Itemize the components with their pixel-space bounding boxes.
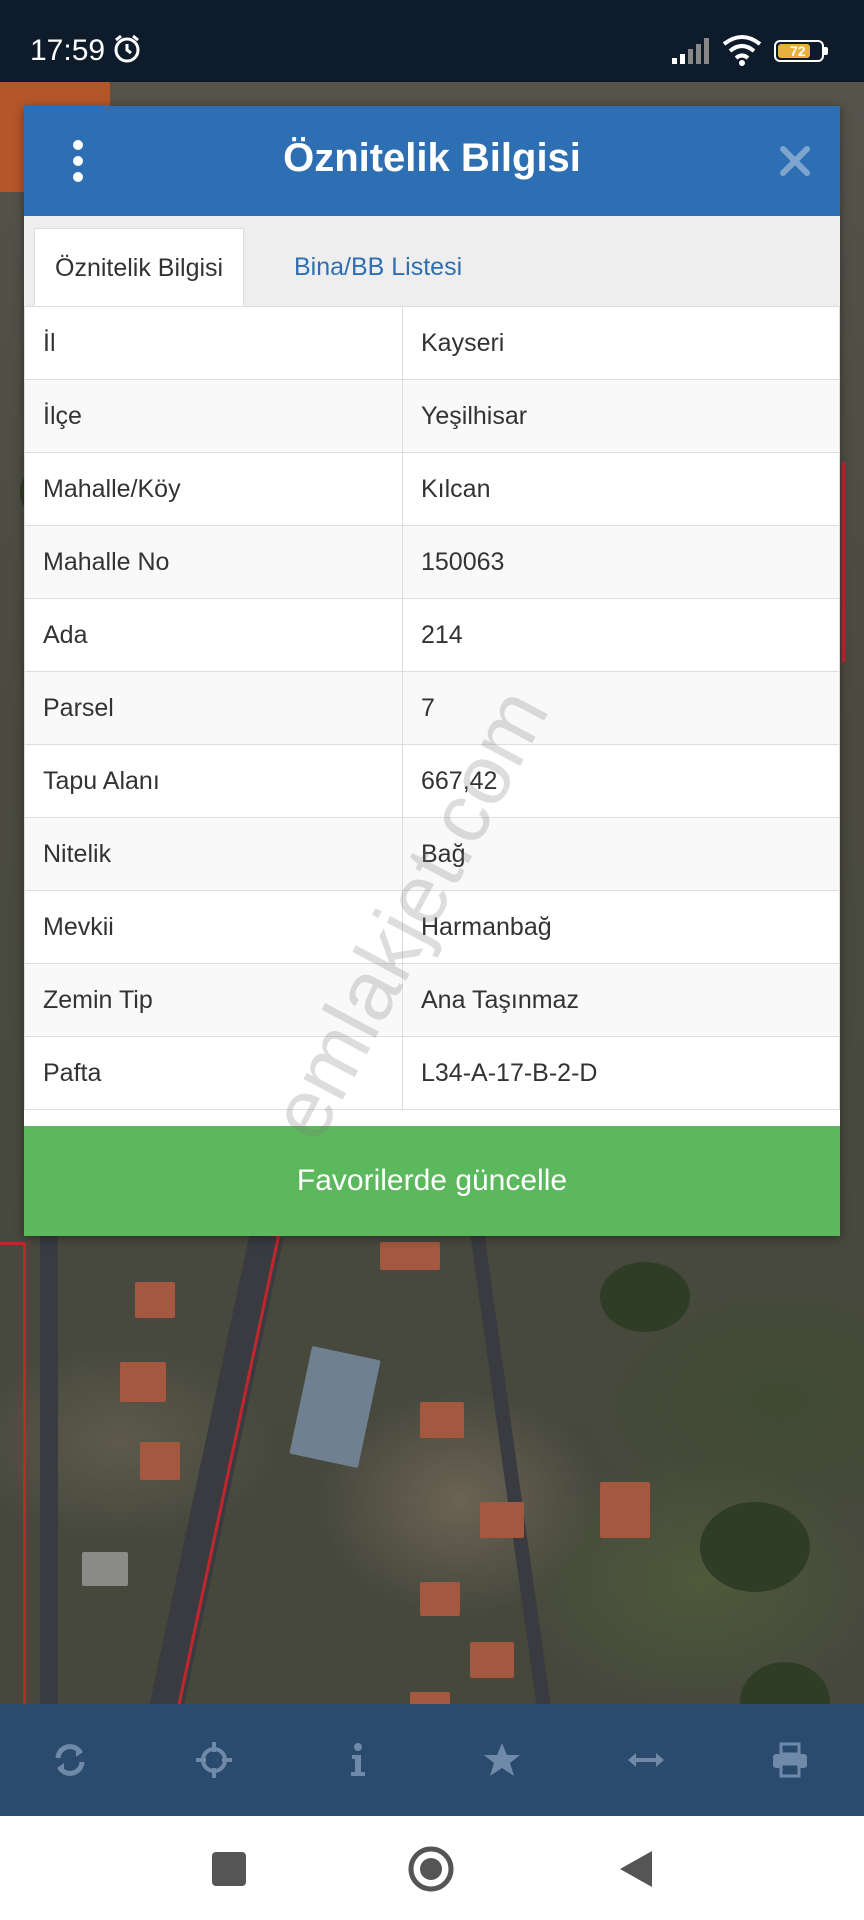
print-icon (773, 1742, 807, 1778)
tree (600, 1262, 690, 1332)
row-value: Kayseri (402, 306, 840, 380)
favorites-button[interactable] (482, 1740, 522, 1780)
wifi-icon (722, 35, 762, 66)
battery-level: 72 (790, 43, 806, 59)
row-value: Kılcan (402, 452, 840, 526)
parcel-boundary (0, 1242, 26, 1704)
locate-button[interactable] (194, 1740, 234, 1780)
building (420, 1402, 464, 1438)
building (135, 1282, 175, 1318)
row-key: Mahalle/Köy (24, 452, 403, 526)
table-row: İl Kayseri (24, 306, 840, 380)
battery-icon: 72 (774, 40, 828, 62)
building (410, 1692, 450, 1704)
row-key: Ada (24, 598, 403, 672)
dialog-header: Öznitelik Bilgisi (24, 106, 840, 216)
table-row: Mahalle/Köy Kılcan (24, 452, 840, 526)
alarm-icon (114, 34, 140, 63)
tab-building-list[interactable]: Bina/BB Listesi (274, 228, 482, 306)
system-nav-bar (0, 1816, 864, 1920)
building (470, 1642, 514, 1678)
status-time: 17:59 (30, 34, 106, 67)
bottom-toolbar (0, 1704, 864, 1816)
info-icon (351, 1743, 365, 1776)
dialog-title: Öznitelik Bilgisi (283, 136, 581, 180)
table-row: Zemin Tip Ana Taşınmaz (24, 963, 840, 1037)
row-key: Nitelik (24, 817, 403, 891)
recent-apps-icon[interactable] (206, 1846, 252, 1892)
table-row: Parsel 7 (24, 671, 840, 745)
table-row: Pafta L34-A-17-B-2-D (24, 1036, 840, 1110)
row-value: 214 (402, 598, 840, 672)
back-icon[interactable] (612, 1846, 658, 1892)
home-icon[interactable] (408, 1846, 454, 1892)
locate-icon (196, 1742, 232, 1778)
row-value: Ana Taşınmaz (402, 963, 840, 1037)
row-key: Tapu Alanı (24, 744, 403, 818)
row-value: Yeşilhisar (402, 379, 840, 453)
table-row: İlçe Yeşilhisar (24, 379, 840, 453)
building (600, 1482, 650, 1538)
tree (700, 1502, 810, 1592)
row-key: İlçe (24, 379, 403, 453)
map-road (40, 1232, 58, 1704)
update-favorites-button[interactable]: Favorilerde güncelle (24, 1126, 840, 1236)
row-value: 150063 (402, 525, 840, 599)
refresh-button[interactable] (50, 1740, 90, 1780)
map-road (470, 1230, 562, 1704)
status-bar: 17:59 72 (0, 0, 864, 82)
building (289, 1345, 381, 1469)
row-key: Parsel (24, 671, 403, 745)
row-key: İl (24, 306, 403, 380)
table-row: Ada 214 (24, 598, 840, 672)
signal-icon (672, 38, 709, 64)
table-row: Mahalle No 150063 (24, 525, 840, 599)
measure-button[interactable] (626, 1740, 666, 1780)
info-button[interactable] (338, 1740, 378, 1780)
building (480, 1502, 524, 1538)
close-icon[interactable] (780, 146, 810, 176)
building (120, 1362, 166, 1402)
building (380, 1242, 440, 1270)
row-value: L34-A-17-B-2-D (402, 1036, 840, 1110)
attribute-table: İl Kayseri İlçe Yeşilhisar Mahalle/Köy Kılc… (24, 306, 840, 1110)
print-button[interactable] (770, 1740, 810, 1780)
row-key: Mahalle No (24, 525, 403, 599)
tab-attribute-info[interactable]: Öznitelik Bilgisi (34, 228, 245, 306)
building (420, 1582, 460, 1616)
tree (740, 1662, 830, 1704)
star-icon (484, 1743, 520, 1776)
tab-bar: Öznitelik Bilgisi Bina/BB Listesi (24, 216, 840, 307)
measure-icon (628, 1753, 664, 1767)
attribute-dialog: Öznitelik Bilgisi Öznitelik Bilgisi Bina… (24, 106, 840, 1236)
refresh-icon (55, 1744, 85, 1776)
building (140, 1442, 180, 1480)
building (82, 1552, 128, 1586)
parcel-boundary (842, 462, 864, 662)
